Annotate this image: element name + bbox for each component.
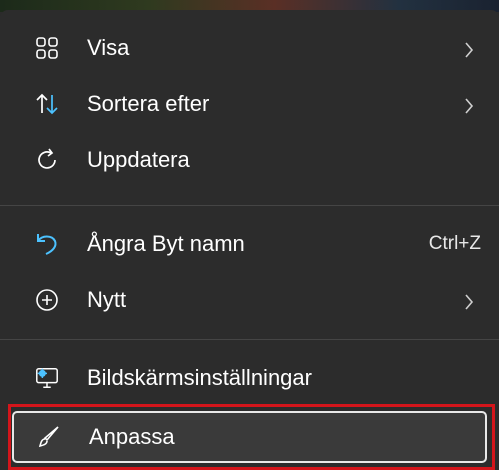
- menu-item-nytt[interactable]: Nytt: [10, 272, 489, 328]
- menu-item-label: Bildskärmsinställningar: [87, 365, 312, 390]
- refresh-icon: [34, 147, 60, 173]
- menu-item-label: Sortera efter: [87, 91, 210, 116]
- plus-circle-icon: [34, 287, 60, 313]
- grid-icon: [34, 35, 60, 61]
- menu-item-label: Nytt: [87, 287, 127, 312]
- chevron-right-icon: [463, 291, 475, 310]
- menu-item-angra-byt-namn[interactable]: Ångra Byt namn Ctrl+Z: [10, 216, 489, 272]
- undo-icon: [34, 231, 60, 257]
- chevron-right-icon: [463, 95, 475, 114]
- shortcut-label: Ctrl+Z: [428, 233, 481, 254]
- menu-item-label: Visa: [87, 35, 130, 60]
- sort-arrows-icon: [34, 91, 60, 117]
- menu-item-label: Ångra Byt namn: [87, 231, 245, 256]
- menu-item-bildskarmsinstallningar[interactable]: Bildskärmsinställningar: [10, 350, 489, 406]
- highlight-frame: [8, 404, 495, 470]
- menu-separator: [0, 339, 499, 340]
- desktop-context-menu: Visa Sortera efter Uppdatera Ångra Byt n…: [0, 10, 499, 470]
- menu-item-uppdatera[interactable]: Uppdatera: [10, 132, 489, 188]
- menu-separator: [0, 205, 499, 206]
- menu-item-visa[interactable]: Visa: [10, 20, 489, 76]
- menu-item-label: Uppdatera: [87, 147, 190, 172]
- chevron-right-icon: [463, 39, 475, 58]
- display-settings-icon: [34, 365, 60, 391]
- menu-item-sortera-efter[interactable]: Sortera efter: [10, 76, 489, 132]
